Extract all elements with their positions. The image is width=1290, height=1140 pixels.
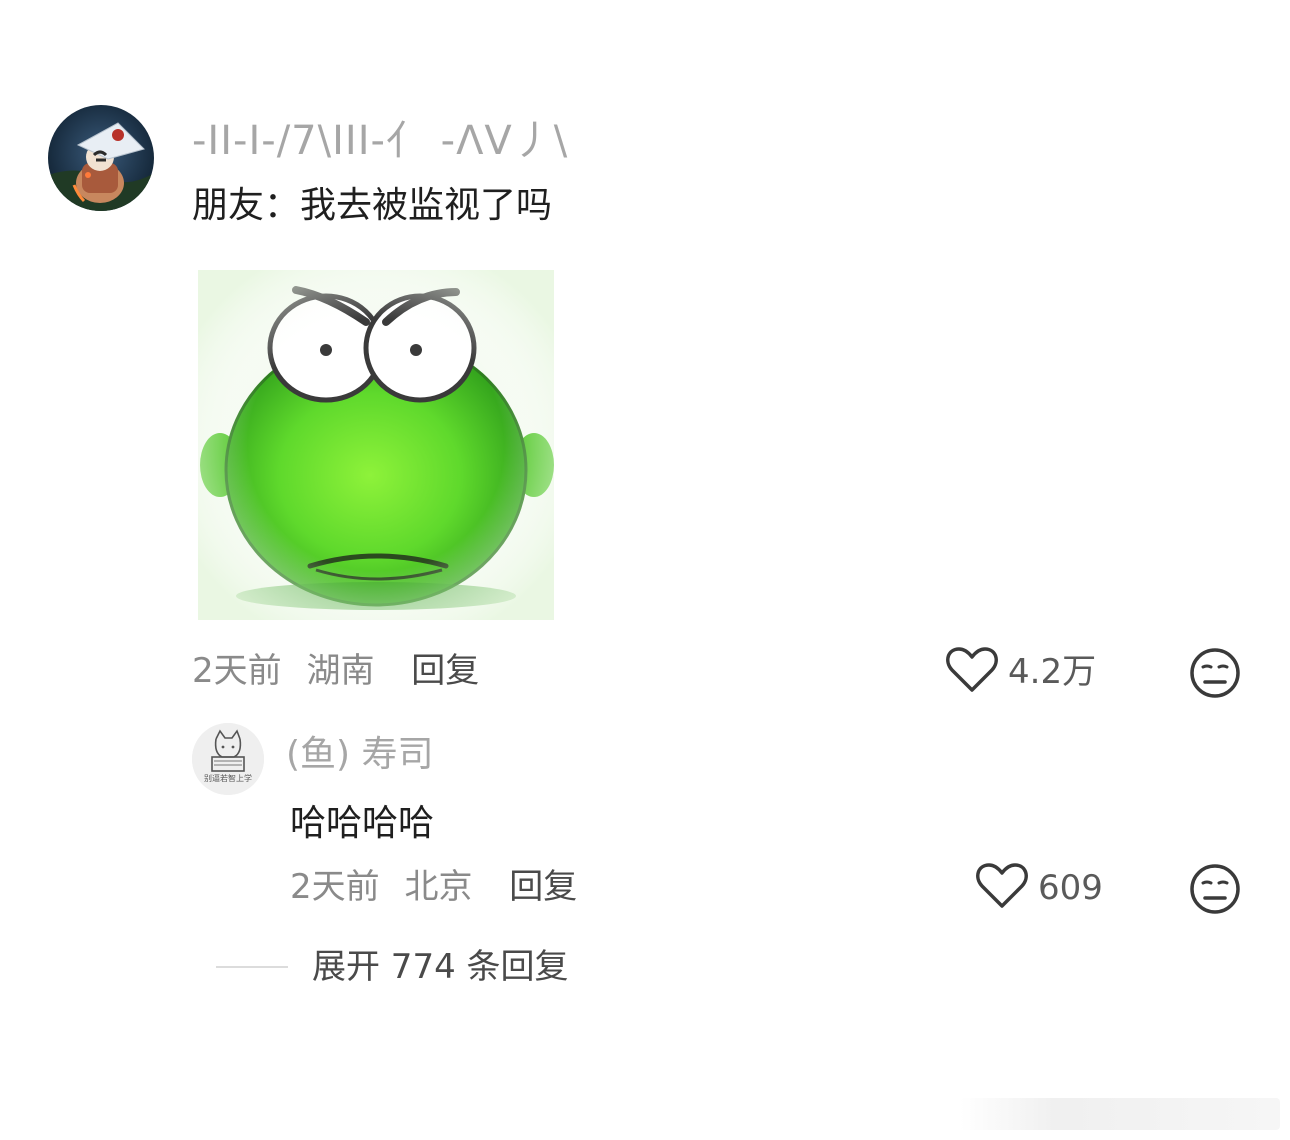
comment-time: 2天前: [192, 651, 282, 691]
reply-text: 哈哈哈哈: [290, 803, 435, 844]
meh-face-icon: [1188, 864, 1242, 920]
dislike-button[interactable]: [1188, 646, 1242, 700]
reply-time: 2天前: [290, 867, 380, 907]
heart-outline-icon: [976, 862, 1028, 914]
reply-to-reply-button[interactable]: 回复: [509, 867, 577, 907]
reply-button[interactable]: 回复: [411, 651, 479, 691]
replier-avatar[interactable]: 别逼若智上学: [192, 723, 264, 795]
comment-location: 湖南: [306, 651, 375, 691]
reply-meta: 2天前 北京 回复: [290, 862, 577, 912]
heart-outline-icon: [946, 646, 998, 698]
like-count: 4.2万: [1008, 652, 1097, 692]
reply-like-count: 609: [1038, 868, 1103, 908]
expand-replies-button[interactable]: 展开 774 条回复: [312, 942, 569, 992]
replier-username[interactable]: (鱼) 寿司: [286, 730, 434, 780]
frog-sticker-image[interactable]: [198, 270, 554, 620]
meh-face-icon: [1188, 648, 1242, 704]
comment-thread: -II-I-/7\III-亻 -ΛV丿\ 朋友：我去被监视了吗 2天前 湖南 回…: [0, 0, 1290, 1140]
comment-meta: 2天前 湖南 回复: [192, 646, 479, 696]
avatar-caption: 别逼若智上学: [204, 773, 252, 783]
reply-location: 北京: [404, 867, 473, 907]
commenter-username[interactable]: -II-I-/7\III-亻 -ΛV丿\: [192, 115, 568, 167]
commenter-avatar[interactable]: [48, 105, 154, 211]
comment-text: 朋友：我去被监视了吗: [192, 185, 553, 226]
reply-like-button[interactable]: 609: [976, 862, 1103, 914]
reply-dislike-button[interactable]: [1188, 862, 1242, 916]
expand-divider: [216, 966, 288, 968]
like-button[interactable]: 4.2万: [946, 646, 1096, 698]
watermark: [960, 1098, 1280, 1130]
